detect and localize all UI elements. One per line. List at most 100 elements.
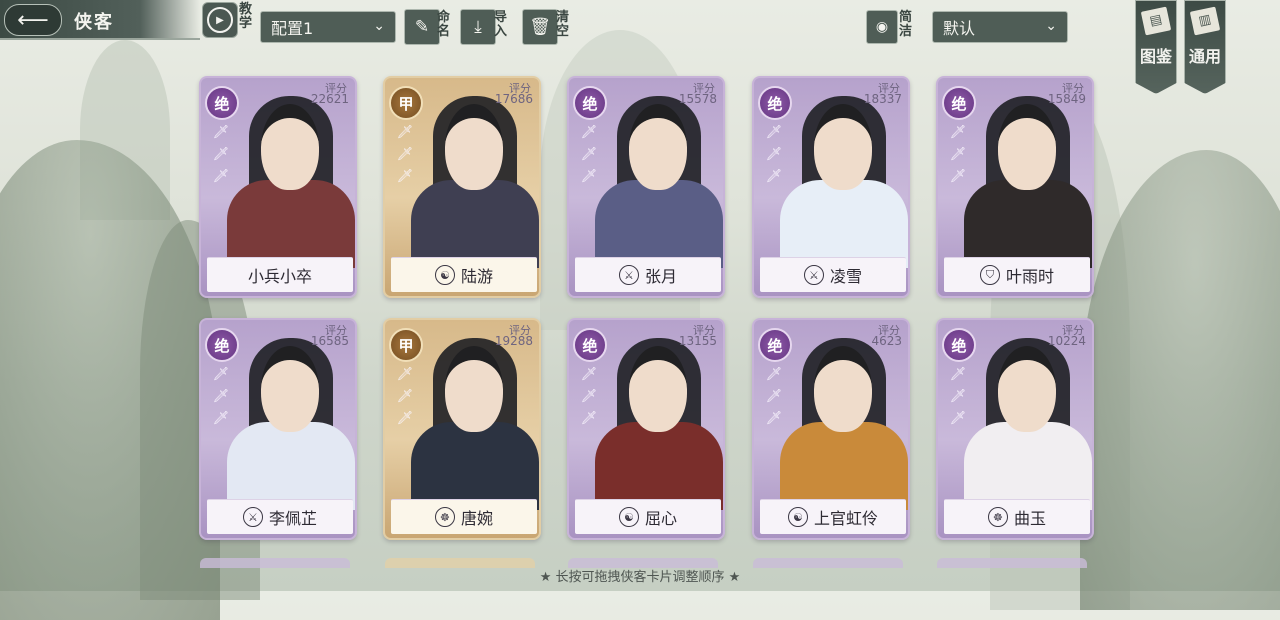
hero-face <box>445 346 503 432</box>
tutorial-label: 教学 <box>239 2 253 31</box>
hero-portrait <box>774 88 908 268</box>
hero-card[interactable]: 绝 🗡 🗡 🗡 评分 18337 ⚔ 凌雪 <box>752 76 910 298</box>
rank-badge: 绝 <box>573 86 607 120</box>
sword-level-icons: 🗡 🗡 🗡 <box>765 367 783 426</box>
score-value: 19288 <box>494 334 533 348</box>
hero-face <box>261 104 319 190</box>
sect-icon: ⚔ <box>803 265 824 285</box>
hero-nameplate: ⚔ 李佩芷 <box>207 499 353 534</box>
rank-badge: 绝 <box>205 86 239 120</box>
hero-nameplate: ☯ 上官虹伶 <box>760 499 906 534</box>
tutorial-button[interactable]: ▶ <box>202 2 238 38</box>
score-value: 10224 <box>1047 334 1086 348</box>
sort-select[interactable]: 默认 ⌄ <box>932 11 1068 43</box>
hero-face <box>261 346 319 432</box>
hero-card[interactable]: 绝 🗡 🗡 🗡 评分 15849 ⛉ 叶雨时 <box>936 76 1094 298</box>
rank-badge: 绝 <box>942 86 976 120</box>
hero-card[interactable]: 绝 🗡 🗡 🗡 评分 13155 ☯ 屈心 <box>567 318 725 540</box>
hero-name: 李佩芷 <box>268 509 317 528</box>
hero-nameplate: ⚔ 张月 <box>575 257 721 292</box>
score-value: 13155 <box>678 334 717 348</box>
simple-mode-label: 简洁 <box>899 10 913 39</box>
hero-nameplate: ☯ 陆游 <box>391 257 537 292</box>
back-button[interactable]: ⟵ <box>4 4 62 36</box>
hero-nameplate: ☸ 唐婉 <box>391 499 537 534</box>
simple-mode-button[interactable]: ◉ <box>866 10 898 44</box>
import-button[interactable]: ⤓ <box>460 9 496 45</box>
rename-label: 命名 <box>437 10 451 39</box>
top-bar: ⟵ 侠客 ▶ 教学 配置1 ⌄ ✎ 命名 ⤓ 导入 🗑 清空 ◉ 简洁 默认 ⌄ <box>0 0 1280 46</box>
rank-badge: 绝 <box>205 328 239 362</box>
hero-card[interactable]: 绝 🗡 🗡 🗡 评分 16585 ⚔ 李佩芷 <box>199 318 357 540</box>
hero-name: 凌雪 <box>829 267 862 286</box>
sword-level-icons: 🗡 🗡 🗡 <box>212 367 230 426</box>
sword-level-icons: 🗡 🗡 🗡 <box>580 367 598 426</box>
hero-portrait <box>221 88 355 268</box>
hero-robe <box>780 180 908 268</box>
hero-card[interactable]: 甲 🗡 🗡 🗡 评分 19288 ☸ 唐婉 <box>383 318 541 540</box>
sect-icon: ⚔ <box>242 507 263 527</box>
play-icon: ▶ <box>207 7 233 33</box>
config-select[interactable]: 配置1 ⌄ <box>260 11 396 43</box>
hero-portrait <box>958 88 1092 268</box>
hero-robe <box>411 180 539 268</box>
sword-level-icons: 🗡 🗡 🗡 <box>396 125 414 184</box>
sword-level-icons: 🗡 🗡 🗡 <box>949 125 967 184</box>
hero-face <box>814 346 872 432</box>
general-label: 通用 <box>1188 47 1221 66</box>
score-value: 15578 <box>678 92 717 106</box>
hero-portrait <box>405 330 539 510</box>
rank-badge: 甲 <box>389 86 423 120</box>
hero-robe <box>964 422 1092 510</box>
hero-portrait <box>589 88 723 268</box>
score-value: 15849 <box>1047 92 1086 106</box>
clear-label: 清空 <box>556 10 570 39</box>
download-icon: ⤓ <box>474 17 482 37</box>
hero-card[interactable]: 绝 🗡 🗡 🗡 评分 22621 小兵小卒 <box>199 76 357 298</box>
sect-icon: ☯ <box>618 507 639 527</box>
clear-button[interactable]: 🗑 <box>522 9 558 45</box>
score-value: 18337 <box>863 92 902 106</box>
hero-robe <box>595 422 723 510</box>
hero-card[interactable]: 绝 🗡 🗡 🗡 评分 15578 ⚔ 张月 <box>567 76 725 298</box>
sect-icon: ⛉ <box>979 265 1000 285</box>
general-banner-button[interactable]: ▥ 通用 <box>1184 0 1226 94</box>
hero-name: 张月 <box>644 267 677 286</box>
hero-portrait <box>774 330 908 510</box>
sect-icon: ☸ <box>987 507 1008 527</box>
chevron-down-icon: ⌄ <box>1045 18 1057 34</box>
import-label: 导入 <box>494 10 508 39</box>
hero-card[interactable]: 绝 🗡 🗡 🗡 评分 10224 ☸ 曲玉 <box>936 318 1094 540</box>
sect-icon: ⚔ <box>618 265 639 285</box>
sword-level-icons: 🗡 🗡 🗡 <box>580 125 598 184</box>
hero-face <box>445 104 503 190</box>
hero-robe <box>227 422 355 510</box>
hero-name: 叶雨时 <box>1005 267 1054 286</box>
hero-robe <box>595 180 723 268</box>
hero-card[interactable]: 绝 🗡 🗡 🗡 评分 4623 ☯ 上官虹伶 <box>752 318 910 540</box>
rank-badge: 绝 <box>758 86 792 120</box>
hero-name: 上官虹伶 <box>813 509 878 528</box>
hero-portrait <box>958 330 1092 510</box>
hero-card[interactable]: 甲 🗡 🗡 🗡 评分 17686 ☯ 陆游 <box>383 76 541 298</box>
rank-badge: 甲 <box>389 328 423 362</box>
hero-nameplate: ⛉ 叶雨时 <box>944 257 1090 292</box>
hero-nameplate: 小兵小卒 <box>207 257 353 292</box>
scroll-icon: ▥ <box>1189 6 1221 36</box>
hero-name: 屈心 <box>644 509 677 528</box>
score-value: 16585 <box>310 334 349 348</box>
arrow-left-icon: ⟵ <box>17 7 49 33</box>
rank-badge: 绝 <box>573 328 607 362</box>
hero-nameplate: ⚔ 凌雪 <box>760 257 906 292</box>
hero-name: 曲玉 <box>1013 509 1046 528</box>
hero-name: 小兵小卒 <box>247 267 312 286</box>
atlas-banner-button[interactable]: ▤ 图鉴 <box>1135 0 1177 94</box>
hero-portrait <box>405 88 539 268</box>
score-value: 22621 <box>310 92 349 106</box>
rename-button[interactable]: ✎ <box>404 9 440 45</box>
book-icon: ▤ <box>1140 6 1172 36</box>
hero-face <box>629 104 687 190</box>
sect-icon: ☯ <box>787 507 808 527</box>
hero-robe <box>964 180 1092 268</box>
hero-face <box>998 104 1056 190</box>
